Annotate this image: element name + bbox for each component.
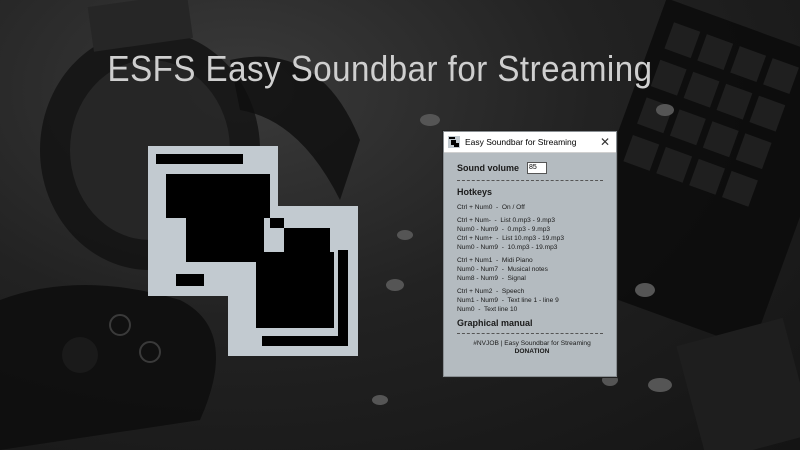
window-titlebar[interactable]: Easy Soundbar for Streaming ✕ <box>444 132 616 153</box>
hotkey-line: Ctrl + Num+ - List 10.mp3 - 19.mp3 <box>457 235 565 242</box>
graphical-manual-link[interactable]: Graphical manual <box>457 318 607 328</box>
window-title: Easy Soundbar for Streaming <box>465 137 577 147</box>
soundbar-window: Easy Soundbar for Streaming ✕ Sound volu… <box>443 131 617 377</box>
hotkey-line: Ctrl + Num0 - On / Off <box>457 204 525 211</box>
hotkey-line: Num0 - Num7 - Musical notes <box>457 266 548 273</box>
sound-volume-input[interactable]: 85 <box>527 162 548 174</box>
hotkey-group-midi: Ctrl + Num1 - Midi Piano Num0 - Num7 - M… <box>457 256 607 283</box>
hotkey-group-mp3: Ctrl + Num- - List 0.mp3 - 9.mp3 Num0 - … <box>457 216 607 252</box>
hotkey-line: Num0 - Num9 - 0.mp3 - 9.mp3 <box>457 226 551 233</box>
window-content: Sound volume 85 Hotkeys Ctrl + Num0 - On… <box>444 153 616 355</box>
esfs-logo-icon <box>148 146 358 356</box>
hotkeys-title: Hotkeys <box>457 187 493 197</box>
sound-volume-label: Sound volume <box>457 163 520 173</box>
hotkey-line: Ctrl + Num- - List 0.mp3 - 9.mp3 <box>457 217 556 224</box>
hotkey-line: Ctrl + Num1 - Midi Piano <box>457 257 533 264</box>
footer-link[interactable]: #NVJOB | Easy Soundbar for Streaming <box>457 340 607 347</box>
hotkey-line: Num1 - Num9 - Text line 1 - line 9 <box>457 297 559 304</box>
hotkey-line: Num0 - Text line 10 <box>457 306 518 313</box>
divider <box>457 333 603 334</box>
donation-link[interactable]: DONATION <box>457 348 607 355</box>
hotkey-group-toggle: Ctrl + Num0 - On / Off <box>457 203 607 212</box>
hotkey-line: Num8 - Num9 - Signal <box>457 275 526 282</box>
soundbar-app-icon <box>448 136 460 148</box>
hotkey-line: Ctrl + Num2 - Speech <box>457 288 525 295</box>
sound-volume-row: Sound volume 85 <box>457 161 607 175</box>
divider <box>457 180 603 181</box>
hotkey-line: Num0 - Num9 - 10.mp3 - 19.mp3 <box>457 244 558 251</box>
hotkey-group-speech: Ctrl + Num2 - Speech Num1 - Num9 - Text … <box>457 287 607 314</box>
close-icon[interactable]: ✕ <box>594 132 616 152</box>
app-headline: ESFS Easy Soundbar for Streaming <box>107 48 653 89</box>
